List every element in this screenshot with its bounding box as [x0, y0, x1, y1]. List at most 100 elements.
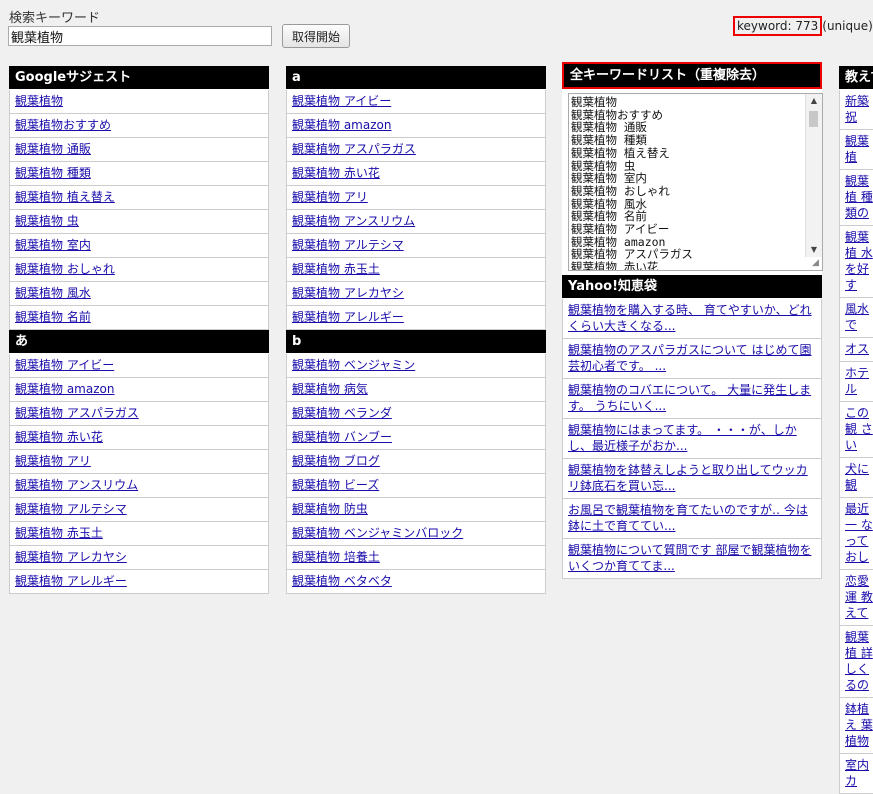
list-item: 観葉植物 虫	[9, 210, 269, 234]
all-keywords-lines: 観葉植物 観葉植物おすすめ 観葉植物 通販 観葉植物 種類 観葉植物 植え替え 観葉植物 …	[571, 95, 804, 270]
suggest-link[interactable]: 観葉植物 赤い花	[15, 430, 103, 444]
search-label: 検索キーワード	[9, 11, 101, 26]
suggest-link[interactable]: 観葉植物 amazon	[15, 382, 114, 396]
list-item: 観葉植物 赤い花	[9, 426, 269, 450]
question-link[interactable]: 観葉植 詳しく るの	[845, 630, 873, 692]
list-item: 観葉植物 風水	[9, 282, 269, 306]
suggest-link[interactable]: 観葉植物 アスパラガス	[292, 142, 416, 156]
fetch-button[interactable]: 取得開始	[282, 24, 350, 48]
list-item: 観葉植物 名前	[9, 306, 269, 330]
suggest-link[interactable]: 観葉植物	[15, 94, 63, 108]
question-link[interactable]: 新築祝	[845, 94, 869, 124]
question-link[interactable]: 室内カ	[845, 758, 869, 788]
suggest-link[interactable]: 観葉植物おすすめ	[15, 118, 111, 132]
question-link[interactable]: 観葉植物について質問です 部屋で観葉植物をいくつか育ててま...	[568, 543, 811, 573]
list-item: 観葉植物 病気	[286, 378, 546, 402]
suggest-link[interactable]: 観葉植物 アレカヤシ	[15, 550, 127, 564]
suggest-link[interactable]: 観葉植物 ベンジャミンバロック	[292, 526, 463, 540]
keyword-line: 観葉植物	[571, 95, 617, 109]
list-item: 観葉植物 防虫	[286, 498, 546, 522]
suggest-link[interactable]: 観葉植物 アレルギー	[15, 574, 127, 588]
list-item: 観葉植物おすすめ	[9, 114, 269, 138]
all-keywords-header: 全キーワードリスト（重複除去）	[562, 62, 822, 89]
suggest-link[interactable]: 観葉植物 amazon	[292, 118, 391, 132]
scroll-down-icon[interactable]: ▼	[806, 243, 822, 257]
suggest-a-header: あ	[9, 330, 269, 354]
suggest-link[interactable]: 観葉植物 ベランダ	[292, 406, 392, 420]
suggest-link[interactable]: 観葉植物 室内	[15, 238, 91, 252]
suggest-link[interactable]: 観葉植物 おしゃれ	[15, 262, 115, 276]
suggest-link[interactable]: 観葉植物 種類	[15, 166, 91, 180]
search-input[interactable]	[8, 26, 272, 46]
suggest-link[interactable]: 観葉植物 ベタベタ	[292, 574, 392, 588]
suggest-link[interactable]: 観葉植物 アスパラガス	[15, 406, 139, 420]
question-link[interactable]: 観葉植物のコバエについて。 大量に発生します。 うちにいく...	[568, 383, 811, 413]
question-link[interactable]: 観葉植物を購入する時、 育てやすいか、どれくらい大きくなる...	[568, 303, 812, 333]
question-item: 観葉植物のコバエについて。 大量に発生します。 うちにいく...	[562, 379, 822, 419]
question-item: 新築祝	[839, 90, 873, 130]
suggest-link[interactable]: 観葉植物 アイビー	[15, 358, 114, 372]
suggest-link[interactable]: 観葉植物 アンスリウム	[15, 478, 138, 492]
question-link[interactable]: 観葉植物を鉢替えしようと取り出してウッカリ鉢底石を買い忘...	[568, 463, 808, 493]
suggest-link[interactable]: 観葉植物 名前	[15, 310, 91, 324]
suggest-link[interactable]: 観葉植物 アルテシマ	[292, 238, 404, 252]
list-item: 観葉植物 ビーズ	[286, 474, 546, 498]
question-link[interactable]: 観葉植	[845, 134, 869, 164]
question-item: 観葉植	[839, 130, 873, 170]
suggest-link[interactable]: 観葉植物 アリ	[292, 190, 368, 204]
suggest-link[interactable]: 観葉植物 アレルギー	[292, 310, 404, 324]
oshiete-header: 教えて	[839, 66, 873, 90]
question-link[interactable]: 最近一 なって おし	[845, 502, 873, 564]
suggest-link[interactable]: 観葉植物 培養土	[292, 550, 380, 564]
question-item: この観 さい	[839, 402, 873, 458]
question-link[interactable]: 鉢植え 葉植物	[845, 702, 873, 748]
suggest-link[interactable]: 観葉植物 アレカヤシ	[292, 286, 404, 300]
list-item: 観葉植物 赤い花	[286, 162, 546, 186]
suggest-link[interactable]: 観葉植物 アンスリウム	[292, 214, 415, 228]
question-link[interactable]: 観葉植 水を好 す	[845, 230, 873, 292]
suggest-link[interactable]: 観葉植物 虫	[15, 214, 79, 228]
scroll-up-icon[interactable]: ▲	[806, 94, 822, 108]
question-link[interactable]: オス	[845, 342, 869, 356]
suggest-link[interactable]: 観葉植物 防虫	[292, 502, 368, 516]
question-link[interactable]: 観葉植物にはまってます。 ・・・が、しかし、最近様子がおか...	[568, 423, 797, 453]
suggest-link[interactable]: 観葉植物 バンブー	[292, 430, 392, 444]
question-link[interactable]: 恋愛運 教えて	[845, 574, 873, 620]
suggest-link[interactable]: 観葉植物 風水	[15, 286, 91, 300]
suggest-link[interactable]: 観葉植物 ベンジャミン	[292, 358, 415, 372]
list-item: 観葉植物 種類	[9, 162, 269, 186]
suggest-link[interactable]: 観葉植物 アリ	[15, 454, 91, 468]
question-link[interactable]: 観葉植物のアスパラガスについて はじめて園芸初心者です。 ...	[568, 343, 811, 373]
suggest-link[interactable]: 観葉植物 赤い花	[292, 166, 380, 180]
suggest-link[interactable]: 観葉植物 アルテシマ	[15, 502, 127, 516]
question-item: 観葉植物のアスパラガスについて はじめて園芸初心者です。 ...	[562, 339, 822, 379]
textarea-scrollbar[interactable]: ▲ ▼	[805, 94, 822, 257]
suggest-link[interactable]: 観葉植物 病気	[292, 382, 368, 396]
yahoo-chiebukuro-header: Yahoo!知恵袋	[562, 275, 822, 299]
question-link[interactable]: 風水で	[845, 302, 869, 332]
suggest-link[interactable]: 観葉植物 ビーズ	[292, 478, 379, 492]
suggest-link[interactable]: 観葉植物 通販	[15, 142, 91, 156]
question-link[interactable]: 観葉植 種類の	[845, 174, 873, 220]
keyword-count-suffix: (unique)	[822, 19, 873, 33]
all-keywords-column: 全キーワードリスト（重複除去） 観葉植物 観葉植物おすすめ 観葉植物 通販 観葉植物 …	[562, 62, 823, 579]
list-item: 観葉植物 ブログ	[286, 450, 546, 474]
resize-grip-icon[interactable]: ◢	[810, 258, 821, 269]
all-keywords-textarea[interactable]: 観葉植物 観葉植物おすすめ 観葉植物 通販 観葉植物 種類 観葉植物 植え替え 観葉植物 …	[568, 93, 823, 271]
suggest-link[interactable]: 観葉植物 赤玉土	[292, 262, 380, 276]
question-link[interactable]: 犬に観	[845, 462, 869, 492]
list-item: 観葉植物 赤玉土	[286, 258, 546, 282]
question-item: 観葉植 詳しく るの	[839, 626, 873, 698]
list-item: 観葉植物 通販	[9, 138, 269, 162]
list-item: 観葉植物 ベンジャミン	[286, 354, 546, 378]
suggest-link[interactable]: 観葉植物 植え替え	[15, 190, 115, 204]
suggest-link[interactable]: 観葉植物 アイビー	[292, 94, 391, 108]
question-link[interactable]: この観 さい	[845, 406, 873, 452]
question-link[interactable]: ホテル	[845, 366, 869, 396]
question-item: 鉢植え 葉植物	[839, 698, 873, 754]
suggest-link[interactable]: 観葉植物 赤玉土	[15, 526, 103, 540]
list-item: 観葉植物 amazon	[9, 378, 269, 402]
scroll-thumb[interactable]	[809, 111, 818, 127]
question-link[interactable]: お風呂で観葉植物を育てたいのですが‥ 今は鉢に土で育ててい...	[568, 503, 808, 533]
suggest-link[interactable]: 観葉植物 ブログ	[292, 454, 380, 468]
